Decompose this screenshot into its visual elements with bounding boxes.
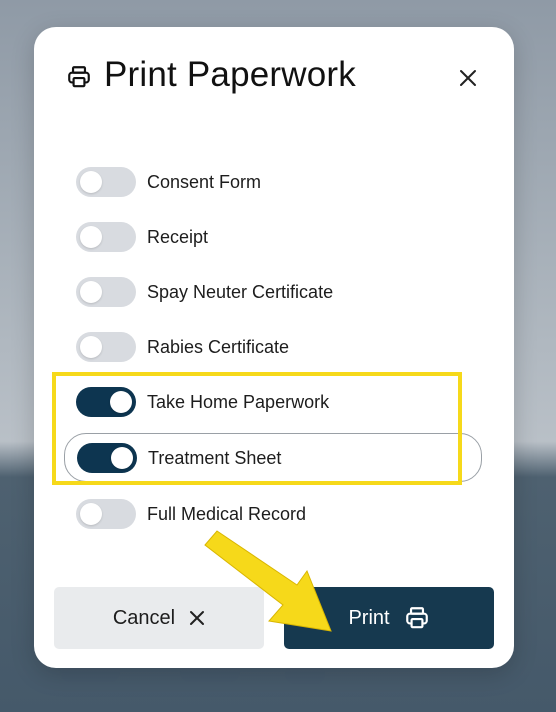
- option-receipt: Receipt: [76, 221, 208, 253]
- option-full-medical-record: Full Medical Record: [76, 498, 306, 530]
- rabies-certificate-toggle[interactable]: [76, 332, 136, 362]
- cancel-label: Cancel: [112, 606, 176, 629]
- option-label: Receipt: [147, 226, 209, 247]
- printer-icon: [68, 66, 90, 88]
- toggle-knob: [80, 171, 102, 193]
- spay-neuter-certificate-toggle[interactable]: [76, 277, 136, 307]
- option-label: Spay Neuter Certificate: [147, 281, 334, 302]
- consent-form-toggle[interactable]: [76, 167, 136, 197]
- close-button[interactable]: [453, 63, 483, 93]
- full-medical-record-toggle[interactable]: [76, 499, 136, 529]
- printer-icon: [405, 607, 428, 629]
- arrow-annotation: [204, 530, 332, 632]
- toggle-knob: [80, 336, 102, 358]
- option-label: Full Medical Record: [147, 503, 307, 524]
- option-rabies-certificate: Rabies Certificate: [76, 331, 289, 363]
- toggle-knob: [80, 503, 102, 525]
- close-icon: [460, 70, 476, 86]
- option-consent-form: Consent Form: [76, 166, 261, 198]
- option-label: Consent Form: [147, 171, 262, 192]
- receipt-toggle[interactable]: [76, 222, 136, 252]
- dialog-title: Print Paperwork: [104, 55, 356, 94]
- toggle-knob: [80, 226, 102, 248]
- print-paperwork-dialog: Print Paperwork Consent Form Receipt Spa…: [34, 27, 514, 668]
- option-spay-neuter-certificate: Spay Neuter Certificate: [76, 276, 333, 308]
- highlight-annotation: [52, 372, 462, 485]
- print-label: Print: [348, 606, 390, 629]
- option-label: Rabies Certificate: [147, 336, 290, 357]
- toggle-knob: [80, 281, 102, 303]
